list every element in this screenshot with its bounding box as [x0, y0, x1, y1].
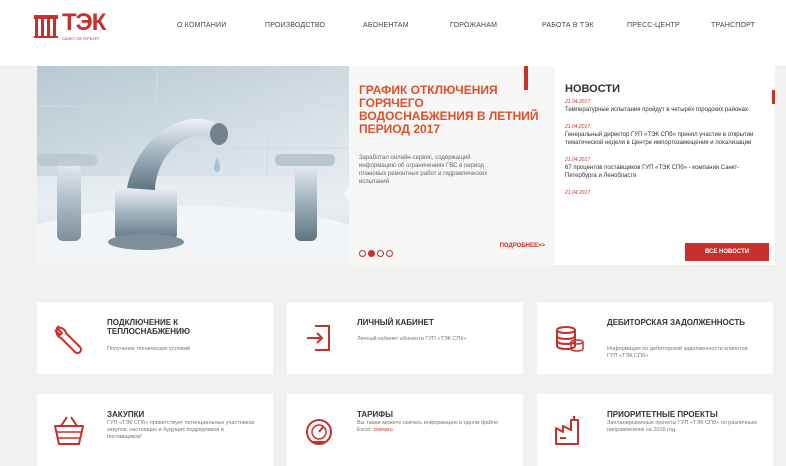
nav-item-citizens[interactable]: ГОРОЖАНАМ — [450, 22, 497, 29]
tile-title: ДЕБИТОРСКАЯ ЗАДОЛЖЕННОСТЬ — [607, 318, 745, 327]
basket-icon — [54, 416, 84, 445]
news-panel: НОВОСТИ 21.04.2017 Температурные испытан… — [555, 66, 775, 265]
tile-description: Получение технических условий — [107, 346, 190, 352]
news-accent-bar — [524, 66, 528, 90]
logo-subtitle: САНКТ-ПЕТЕРБУРГ — [62, 36, 100, 41]
nav-item-press[interactable]: ПРЕСС-ЦЕНТР — [627, 22, 680, 29]
tile-description: Личный кабинет абонента ГУП «ТЭК СПб» — [357, 336, 467, 342]
news-text[interactable]: 67 процентов поставщиков ГУП «ТЭК СПб» -… — [565, 164, 765, 180]
hero-image[interactable] — [37, 66, 349, 265]
nav-item-production[interactable]: ПРОИЗВОДСТВО — [265, 22, 325, 29]
tile-tariffs[interactable]: ТАРИФЫ Вы также можете скачать информаци… — [287, 394, 523, 466]
tile-description: Вы также можете скачать информацию в одн… — [357, 420, 507, 434]
tile-personal-account[interactable]: ЛИЧНЫЙ КАБИНЕТ Личный кабинет абонента Г… — [287, 302, 523, 374]
tile-purchases[interactable]: ЗАКУПКИ ГУП «ТЭК СПб» приветствует потен… — [37, 394, 273, 466]
tile-receivables[interactable]: ДЕБИТОРСКАЯ ЗАДОЛЖЕННОСТЬ Информация по … — [537, 302, 773, 374]
tile-title: ЗАКУПКИ — [107, 410, 145, 419]
news-item[interactable]: 21.04.2017 Генеральный директор ГУП «ТЭК… — [565, 124, 765, 147]
news-list: 21.04.2017 Температурные испытания пройд… — [565, 99, 765, 207]
nav-item-subscribers[interactable]: АБОНЕНТАМ — [363, 22, 409, 29]
news-title: НОВОСТИ — [565, 83, 621, 95]
download-excel-link[interactable]: скачать — [374, 427, 393, 433]
faucet-illustration — [37, 66, 349, 265]
tile-description: Запланированные проекты ГУП «ТЭК СПб» по… — [607, 420, 757, 433]
nav-item-company[interactable]: О КОМПАНИИ — [177, 22, 226, 29]
gauge-icon — [306, 419, 332, 445]
hero-description: Заработал онлайн-сервис, содержащий инфо… — [359, 155, 488, 185]
slider-pagination — [359, 244, 395, 262]
news-date: 21.04.2017 — [565, 99, 591, 105]
tile-title: ТАРИФЫ — [357, 410, 393, 419]
hero-text-panel: ГРАФИК ОТКЛЮЧЕНИЯ ГОРЯЧЕГО ВОДОСНАБЖЕНИЯ… — [349, 66, 555, 265]
news-item[interactable]: 21.04.2017 Температурные испытания пройд… — [565, 99, 765, 114]
tile-title: ЛИЧНЫЙ КАБИНЕТ — [357, 318, 434, 327]
news-text[interactable]: Генеральный директор ГУП «ТЭК СПб» приня… — [565, 131, 765, 147]
wrench-icon — [54, 325, 83, 355]
tile-priority-projects[interactable]: ПРИОРИТЕТНЫЕ ПРОЕКТЫ Запланированные про… — [537, 394, 773, 466]
news-item[interactable]: 21.04.2017 — [565, 190, 765, 197]
slider-dot-1[interactable] — [359, 250, 366, 257]
tile-title: ПРИОРИТЕТНЫЕ ПРОЕКТЫ — [607, 410, 718, 419]
factory-icon — [555, 416, 579, 445]
all-news-button[interactable]: ВСЕ НОВОСТИ — [685, 243, 769, 261]
news-date: 21.04.2017 — [565, 157, 591, 163]
news-item[interactable]: 21.04.2017 67 процентов поставщиков ГУП … — [565, 157, 765, 180]
tile-description: ГУП «ТЭК СПб» приветствует потенциальных… — [107, 420, 255, 440]
news-scroll-indicator — [772, 90, 775, 104]
slider-dot-2[interactable] — [368, 250, 375, 257]
hero-more-link[interactable]: ПОДРОБНЕЕ>> — [500, 243, 545, 249]
hero-pointer-arrow — [343, 186, 350, 202]
hero-slider: ГРАФИК ОТКЛЮЧЕНИЯ ГОРЯЧЕГО ВОДОСНАБЖЕНИЯ… — [37, 66, 775, 265]
main-nav: О КОМПАНИИ ПРОИЗВОДСТВО АБОНЕНТАМ ГОРОЖА… — [0, 22, 786, 36]
hero-title[interactable]: ГРАФИК ОТКЛЮЧЕНИЯ ГОРЯЧЕГО ВОДОСНАБЖЕНИЯ… — [359, 84, 539, 136]
slider-dot-3[interactable] — [377, 250, 384, 257]
nav-item-jobs[interactable]: РАБОТА В ТЭК — [542, 22, 594, 29]
nav-item-transport[interactable]: ТРАНСПОРТ — [711, 22, 755, 29]
tile-description: Информация по дебиторской задолженности … — [607, 346, 748, 359]
site-header: ТЭК САНКТ-ПЕТЕРБУРГ О КОМПАНИИ ПРОИЗВОДС… — [0, 0, 786, 66]
slider-dot-4[interactable] — [386, 250, 393, 257]
coins-icon — [556, 326, 584, 352]
news-text[interactable]: Температурные испытания пройдут в четырё… — [565, 106, 765, 114]
tile-heat-connection[interactable]: ПОДКЛЮЧЕНИЕ К ТЕПЛОСНАБЖЕНИЮ Получение т… — [37, 302, 273, 374]
news-date: 21.04.2017 — [565, 124, 591, 130]
tile-title: ПОДКЛЮЧЕНИЕ К ТЕПЛОСНАБЖЕНИЮ — [107, 318, 191, 336]
login-icon — [307, 325, 330, 351]
news-date: 21.04.2017 — [565, 190, 591, 196]
